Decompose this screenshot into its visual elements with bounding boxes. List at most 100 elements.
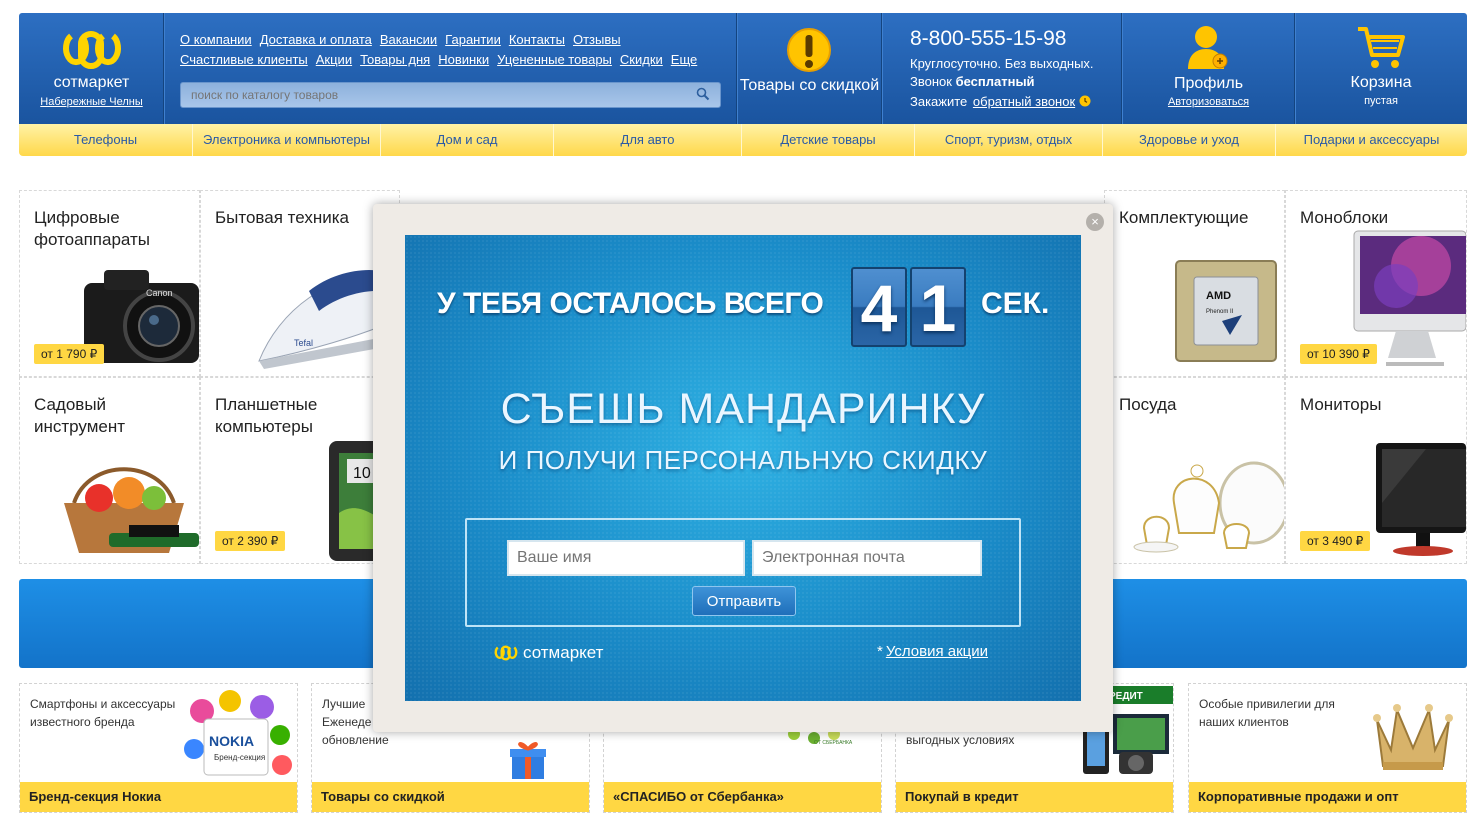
phone-block: 8-800-555-15-98 Круглосуточно. Без выход… [882, 13, 1122, 124]
call-free: бесплатный [955, 74, 1035, 89]
cart-block[interactable]: Корзина пустая [1295, 13, 1467, 124]
link-discounts[interactable]: Скидки [620, 52, 663, 67]
category-sport[interactable]: Спорт, туризм, отдых [915, 124, 1103, 156]
callback-prefix: Закажите [910, 94, 968, 109]
profile-block[interactable]: Профиль Авторизоваться [1122, 13, 1295, 124]
tile-dishes[interactable]: Посуда [1104, 377, 1285, 564]
promo-nokia[interactable]: Смартфоны и аксессуары известного бренда… [19, 683, 298, 813]
tile-appliances[interactable]: Tefal Бытовая техника [200, 190, 400, 377]
search-icon[interactable] [696, 87, 710, 101]
promo-title[interactable]: Корпоративные продажи и опт [1189, 782, 1466, 812]
modal-headline: СЪЕШЬ МАНДАРИНКУ [500, 385, 986, 433]
modal-logo-text: сотмаркет [523, 643, 604, 662]
promo-corporate[interactable]: Особые привилегии для наших клиентов Кор… [1188, 683, 1467, 813]
cpu-image: AMD Phenom II [1175, 260, 1277, 362]
tile-name: Мониторы [1300, 395, 1382, 414]
email-field[interactable] [752, 540, 982, 576]
link-new[interactable]: Новинки [438, 52, 489, 67]
modal-content: У ТЕБЯ ОСТАЛОСЬ ВСЕГО 4 1 СЕК. СЪЕШЬ МАН… [405, 235, 1081, 701]
search-box [180, 82, 721, 108]
promo-text: Особые привилегии для наших клиентов [1199, 697, 1335, 729]
tile-price: от 2 390 ₽ [215, 531, 286, 551]
phone-free: Звонок бесплатный [910, 74, 1035, 89]
cpu-model-text: Phenom II [1206, 309, 1234, 315]
link-happy-clients[interactable]: Счастливые клиенты [180, 52, 308, 67]
link-daily-deals[interactable]: Товары дня [360, 52, 430, 67]
close-icon[interactable]: × [1086, 213, 1104, 231]
site-header: сотмаркет Набережные Челны О компании Дос… [19, 13, 1467, 124]
tile-price: от 1 790 ₽ [34, 344, 105, 364]
deals-block[interactable]: Товары со скидкой [737, 13, 882, 124]
tile-monitors[interactable]: Мониторы от 3 490 ₽ [1285, 377, 1467, 564]
promo-title[interactable]: «СПАСИБО от Сбербанка» [604, 782, 881, 812]
category-health[interactable]: Здоровье и уход [1103, 124, 1276, 156]
gift-icon [510, 742, 546, 779]
link-markdown[interactable]: Уцененные товары [497, 52, 612, 67]
cart-icon [1358, 27, 1405, 68]
name-field[interactable] [507, 540, 745, 576]
tile-all-in-one[interactable]: Моноблоки от 10 390 ₽ [1285, 190, 1467, 377]
tile-name: Комплектующие [1119, 208, 1249, 227]
phone-hours: Круглосуточно. Без выходных. [910, 56, 1094, 71]
login-link[interactable]: Авторизоваться [1122, 96, 1295, 108]
logo-block[interactable]: сотмаркет Набережные Челны [19, 13, 164, 124]
link-guarantee[interactable]: Гарантии [445, 32, 501, 47]
deals-label[interactable]: Товары со скидкой [737, 76, 882, 95]
promo-modal: × У ТЕБЯ ОСТАЛОСЬ ВСЕГО 4 1 СЕК. СЪЕШЬ М… [373, 204, 1113, 732]
search-input[interactable] [181, 83, 681, 107]
link-reviews[interactable]: Отзывы [573, 32, 621, 47]
promo-title[interactable]: Покупай в кредит [896, 782, 1173, 812]
tile-price: от 3 490 ₽ [1300, 531, 1371, 551]
link-about[interactable]: О компании [180, 32, 252, 47]
category-auto[interactable]: Для авто [554, 124, 742, 156]
sberbank-badge-text: ОТ СБЕРБАНКА [814, 740, 853, 746]
nokia-badge-text: NOKIA [209, 733, 254, 749]
tile-name: Моноблоки [1300, 208, 1389, 227]
phone-number: 8-800-555-15-98 [910, 27, 1067, 50]
link-more[interactable]: Еще [671, 52, 697, 67]
iron-brand-text: Tefal [294, 338, 313, 348]
promo-title[interactable]: Бренд-секция Нокиа [20, 782, 297, 812]
call-prefix: Звонок [910, 74, 952, 89]
tile-cameras[interactable]: Canon Цифровые фотоаппараты от 1 790 ₽ [19, 190, 200, 377]
logo-icon[interactable] [59, 30, 125, 70]
terms: * Условия акции [877, 643, 988, 660]
callback-link[interactable]: обратный звонок [973, 94, 1075, 109]
terms-link[interactable]: Условия акции [886, 643, 988, 660]
modal-subheadline: И ПОЛУЧИ ПЕРСОНАЛЬНУЮ СКИДКУ [498, 445, 988, 475]
nokia-balloons-image: NOKIA Бренд-секция [184, 690, 292, 776]
clock-icon [1079, 95, 1091, 107]
link-vacancies[interactable]: Вакансии [380, 32, 437, 47]
countdown-digit: 1 [910, 267, 966, 347]
cpu-brand-text: AMD [1206, 290, 1231, 302]
countdown: У ТЕБЯ ОСТАЛОСЬ ВСЕГО 4 1 СЕК. [405, 267, 1081, 347]
cart-label[interactable]: Корзина [1295, 74, 1467, 92]
category-bar: Телефоны Электроника и компьютеры Дом и … [19, 124, 1467, 156]
tile-name: Планшетные компьютеры [215, 395, 318, 436]
link-contacts[interactable]: Контакты [509, 32, 565, 47]
tile-name: Цифровые фотоаппараты [34, 208, 150, 249]
promo-title[interactable]: Товары со скидкой [312, 782, 589, 812]
city-selector[interactable]: Набережные Челны [19, 96, 164, 108]
promo-text: Смартфоны и аксессуары известного бренда [30, 697, 176, 729]
submit-button[interactable]: Отправить [692, 586, 796, 616]
link-promotions[interactable]: Акции [316, 52, 352, 67]
profile-label[interactable]: Профиль [1122, 75, 1295, 93]
category-electronics[interactable]: Электроника и компьютеры [193, 124, 381, 156]
tile-tablets[interactable]: 10 08 Планшетные компьютеры от 2 390 ₽ [200, 377, 400, 564]
tile-garden-tools[interactable]: Садовый инструмент [19, 377, 200, 564]
tile-components[interactable]: AMD Phenom II Комплектующие [1104, 190, 1285, 377]
category-home-garden[interactable]: Дом и сад [381, 124, 554, 156]
tile-price: от 10 390 ₽ [1300, 344, 1377, 364]
logo-text: сотмаркет [53, 74, 130, 91]
exclamation-icon [787, 28, 831, 72]
modal-logo: сотмаркет [493, 642, 603, 664]
callback: Закажите обратный звонок [910, 94, 1091, 109]
camera-brand-text: Canon [146, 288, 173, 298]
tile-name: Садовый инструмент [34, 395, 126, 436]
category-gifts[interactable]: Подарки и аксессуары [1276, 124, 1467, 156]
link-delivery[interactable]: Доставка и оплата [260, 32, 372, 47]
crown-icon [1373, 704, 1453, 770]
category-phones[interactable]: Телефоны [19, 124, 193, 156]
category-kids[interactable]: Детские товары [742, 124, 915, 156]
